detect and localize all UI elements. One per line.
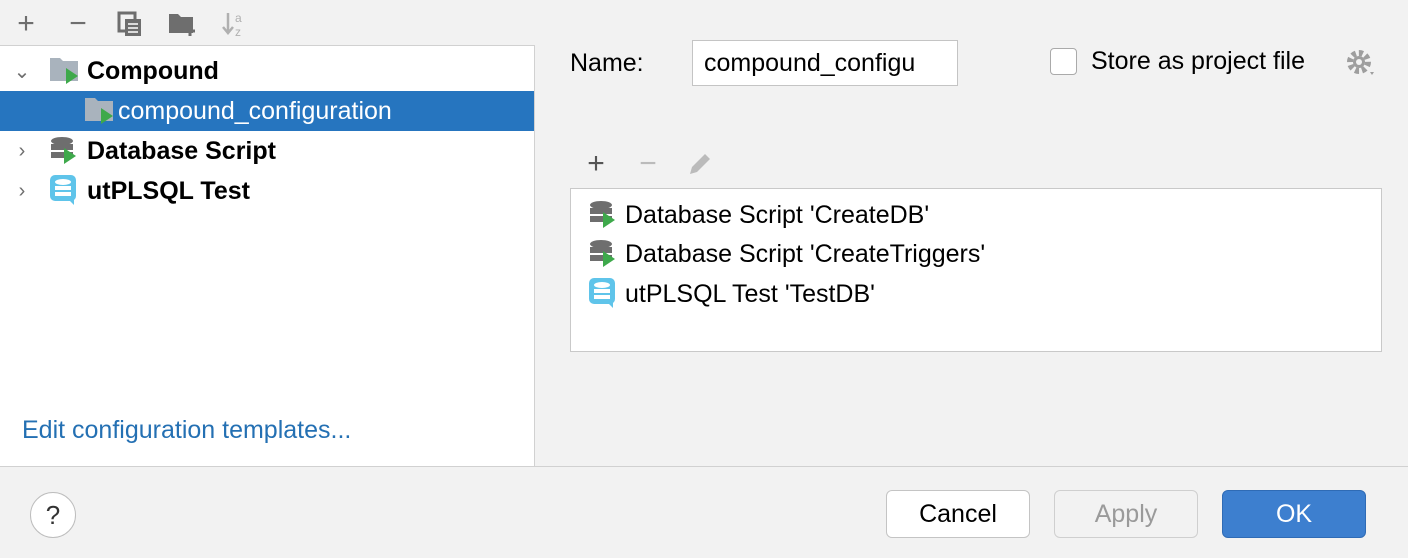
name-label: Name:: [570, 49, 644, 77]
tree-item-label: utPLSQL Test: [87, 176, 250, 205]
database-script-icon: [590, 201, 615, 228]
cancel-button[interactable]: Cancel: [886, 490, 1030, 538]
tree-item-label: Compound: [87, 56, 219, 85]
tree-item-label: compound_configuration: [118, 96, 392, 125]
edit-pencil-icon[interactable]: [686, 150, 716, 178]
utplsql-icon: [50, 175, 76, 205]
configuration-list: Database Script 'CreateDB' Database Scri…: [570, 188, 1382, 352]
list-item[interactable]: Database Script 'CreateDB': [585, 195, 929, 235]
store-as-project-file-checkbox[interactable]: [1050, 48, 1077, 75]
database-script-icon: [590, 240, 615, 267]
add-icon[interactable]: +: [10, 7, 42, 40]
tree-item-utplsql-test[interactable]: › utPLSQL Test: [0, 171, 534, 211]
list-item-label: Database Script 'CreateTriggers': [625, 239, 986, 268]
tree-item-compound-configuration[interactable]: compound_configuration: [0, 91, 534, 131]
utplsql-icon: [589, 278, 615, 308]
database-script-icon: [51, 137, 76, 164]
copy-icon[interactable]: [114, 8, 146, 40]
chevron-right-icon[interactable]: ›: [12, 140, 32, 163]
svg-text:a: a: [235, 11, 242, 25]
add-item-icon[interactable]: +: [580, 147, 612, 180]
svg-text:z: z: [235, 25, 241, 38]
folder-add-icon[interactable]: [166, 8, 198, 40]
tree-item-database-script[interactable]: › Database Script: [0, 131, 534, 171]
tree-toolbar: + − az: [0, 0, 535, 46]
remove-item-icon[interactable]: −: [632, 147, 664, 180]
help-button[interactable]: ?: [30, 492, 76, 538]
list-item[interactable]: Database Script 'CreateTriggers': [585, 234, 985, 274]
store-as-project-file-label: Store as project file: [1091, 47, 1305, 75]
tree-item-compound[interactable]: ⌄ Compound: [0, 51, 534, 91]
gear-icon[interactable]: [1346, 48, 1378, 78]
compound-icon: [50, 58, 78, 84]
list-item-label: utPLSQL Test 'TestDB': [625, 279, 875, 308]
list-item-label: Database Script 'CreateDB': [625, 200, 930, 229]
chevron-down-icon[interactable]: ⌄: [12, 59, 32, 84]
edit-configuration-templates-link[interactable]: Edit configuration templates...: [22, 416, 351, 445]
list-item[interactable]: utPLSQL Test 'TestDB': [585, 274, 875, 314]
apply-button[interactable]: Apply: [1054, 490, 1198, 538]
remove-icon[interactable]: −: [62, 7, 94, 40]
tree-item-label: Database Script: [87, 136, 276, 165]
compound-icon: [85, 98, 113, 124]
chevron-right-icon[interactable]: ›: [12, 180, 32, 203]
sort-az-icon[interactable]: az: [218, 8, 250, 40]
ok-button[interactable]: OK: [1222, 490, 1366, 538]
name-input[interactable]: [692, 40, 958, 86]
